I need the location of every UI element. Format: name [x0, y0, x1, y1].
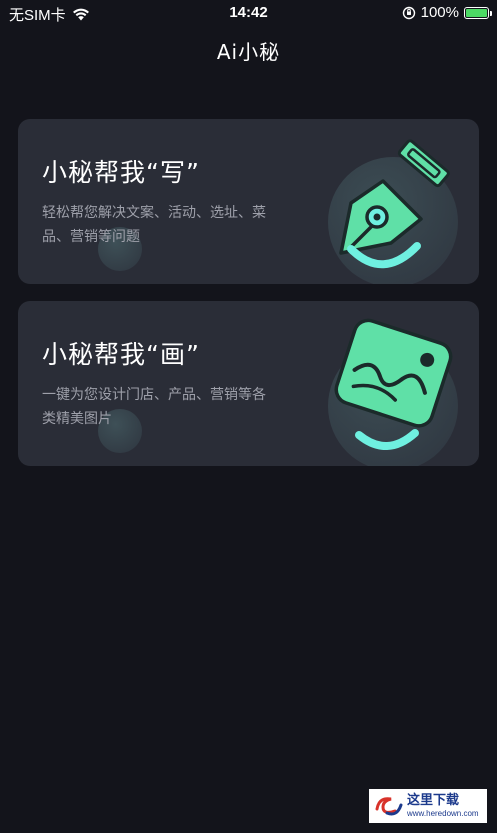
battery-percent: 100%	[420, 4, 459, 21]
pen-nib-icon	[339, 139, 450, 269]
watermark-url: www.heredown.com	[407, 809, 479, 818]
orientation-lock-icon	[402, 6, 415, 19]
watermark-logo: 这里下载 www.heredown.com	[369, 789, 487, 823]
draw-card[interactable]: 小秘帮我“画” 一键为您设计门店、产品、营销等各类精美图片	[18, 301, 479, 466]
card-title: 小秘帮我“写”	[42, 158, 200, 187]
watermark-swirl-icon	[375, 797, 403, 816]
page-title: Ai小秘	[216, 40, 281, 64]
watermark-text: 这里下载	[407, 793, 460, 808]
card-description: 一键为您设计门店、产品、营销等各类精美图片	[42, 387, 266, 427]
status-bar: 无SIM卡 14:42 100%	[0, 0, 497, 28]
battery-icon	[464, 6, 492, 19]
write-card[interactable]: 小秘帮我“写” 轻松帮您解决文案、活动、选址、菜品、营销等问题	[18, 119, 479, 284]
status-right: 100%	[402, 4, 492, 21]
card-title: 小秘帮我“画”	[42, 340, 200, 369]
card-description: 轻松帮您解决文案、活动、选址、菜品、营销等问题	[42, 205, 266, 245]
picture-icon	[334, 318, 453, 450]
